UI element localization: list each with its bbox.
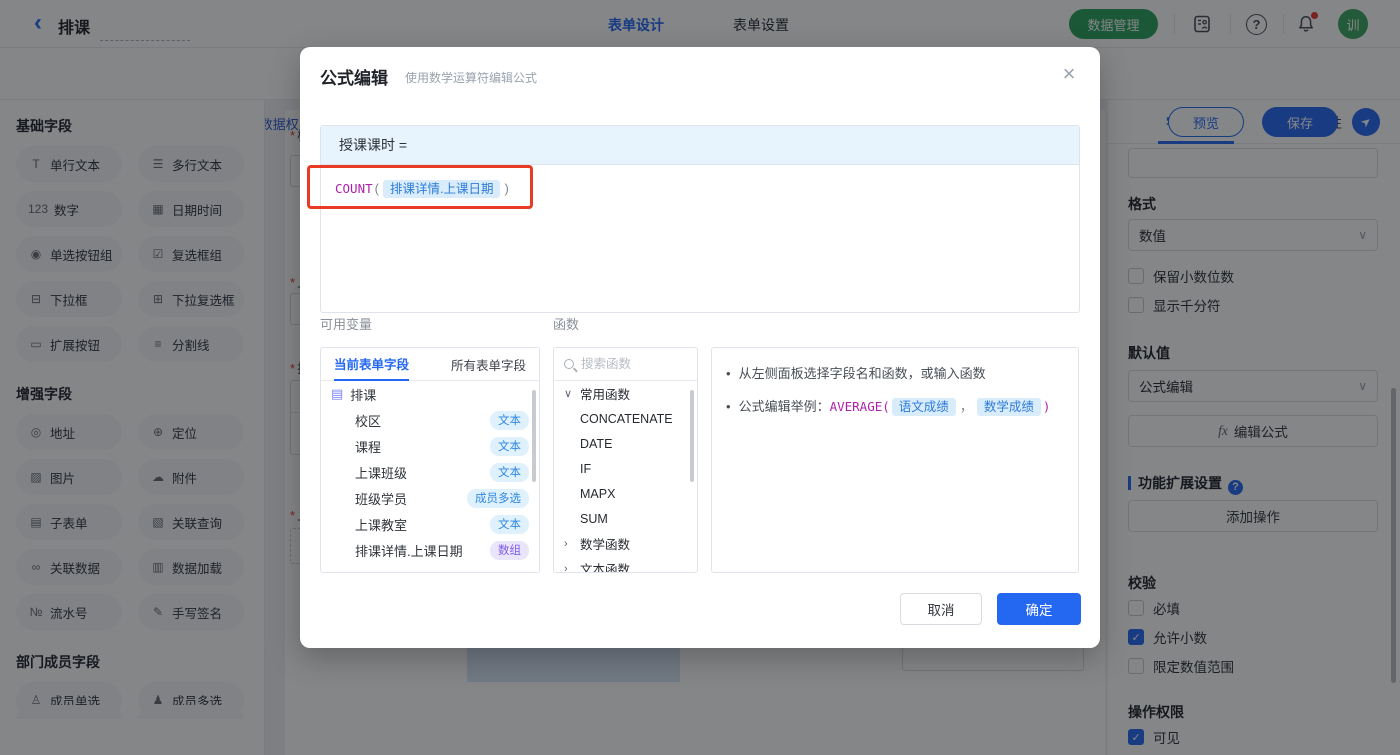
variable-type-badge: 文本: [490, 462, 529, 482]
functions-label: 函数: [553, 317, 580, 332]
function-search-input[interactable]: [581, 357, 671, 371]
chevron-right-icon: ›: [564, 537, 568, 550]
field-token: 数学成绩: [976, 398, 1041, 416]
variable-name: 班级学员: [355, 491, 408, 507]
modal-subtitle: 使用数学运算符编辑公式: [405, 71, 538, 85]
function-item[interactable]: SUM: [554, 506, 697, 531]
variable-row[interactable]: 上课教室 文本: [321, 511, 539, 537]
annotation-highlight-box: [307, 165, 533, 209]
bullet-dot: •: [726, 399, 731, 414]
bullet-dot: •: [726, 366, 731, 381]
separator-token: ，: [959, 399, 973, 414]
function-search[interactable]: [554, 348, 697, 381]
formula-target-field: 授课课时 =: [321, 126, 1079, 165]
chevron-right-icon: ›: [564, 562, 568, 573]
variable-tree-root[interactable]: ▤ 排课: [321, 381, 539, 407]
variable-row[interactable]: 排课详情.上课日期 数组: [321, 537, 539, 563]
function-item[interactable]: IF: [554, 456, 697, 481]
variable-name: 校区: [355, 413, 382, 429]
function-item[interactable]: DATE: [554, 431, 697, 456]
formula-editor[interactable]: 授课课时 = COUNT(排课详情.上课日期): [320, 125, 1080, 313]
help-bullet-text: 公式编辑举例：AVERAGE(语文成绩，数学成绩): [738, 397, 1051, 417]
function-token: ): [1042, 399, 1051, 414]
cancel-button[interactable]: 取消: [900, 593, 982, 625]
variable-type-badge: 文本: [490, 436, 529, 456]
variable-type-badge: 成员多选: [467, 488, 529, 508]
function-group[interactable]: › 数学函数: [554, 531, 697, 556]
variable-type-badge: 数组: [490, 540, 529, 560]
confirm-button[interactable]: 确定: [997, 593, 1081, 625]
tab-current-form-fields[interactable]: 当前表单字段: [334, 348, 410, 381]
function-group[interactable]: ∨ 常用函数: [554, 381, 697, 406]
help-text: 从左侧面板选择字段名和函数，或输入函数: [738, 366, 986, 381]
modal-title: 公式编辑: [320, 69, 388, 88]
variable-row[interactable]: 上课班级 文本: [321, 459, 539, 485]
variables-panel: 当前表单字段 所有表单字段 ▤ 排课 校区 文本 课程 文本 上课班级 文本 班级学员 成员多选上…: [320, 347, 540, 573]
variable-name: 上课班级: [355, 465, 408, 481]
function-group-label: 文本函数: [580, 563, 631, 573]
variable-type-badge: 文本: [490, 514, 529, 534]
function-group-label: 数学函数: [580, 538, 631, 552]
functions-panel: ∨ 常用函数 CONCATENATEDATEIFMAPXSUM › 数学函数 › 文本函数: [553, 347, 698, 573]
function-group-label: 常用函数: [580, 388, 631, 402]
variables-label: 可用变量: [320, 317, 373, 332]
variable-name: 上课教室: [355, 517, 408, 533]
function-item[interactable]: CONCATENATE: [554, 406, 697, 431]
functions-scrollbar[interactable]: [690, 390, 694, 482]
formula-editor-modal: 公式编辑 使用数学运算符编辑公式 × 授课课时 = COUNT(排课详情.上课日…: [300, 47, 1100, 648]
search-icon: [564, 359, 574, 369]
function-item[interactable]: MAPX: [554, 481, 697, 506]
help-bullet: • 公式编辑举例：AVERAGE(语文成绩，数学成绩): [726, 397, 1064, 417]
field-token: 语文成绩: [891, 398, 956, 416]
variable-row[interactable]: 校区 文本: [321, 407, 539, 433]
variable-root-name: 排课: [350, 387, 377, 403]
variable-name: 课程: [355, 439, 382, 455]
form-doc-icon: ▤: [331, 386, 344, 401]
variable-type-badge: 文本: [490, 410, 529, 430]
help-bullet-text: 从左侧面板选择字段名和函数，或输入函数: [739, 364, 986, 384]
formula-help-panel: • 从左侧面板选择字段名和函数，或输入函数 • 公式编辑举例：AVERAGE(语文成绩…: [711, 347, 1079, 573]
help-bullet: • 从左侧面板选择字段名和函数，或输入函数: [726, 364, 1064, 384]
variable-row[interactable]: 班级学员 成员多选: [321, 485, 539, 511]
variable-row[interactable]: 课程 文本: [321, 433, 539, 459]
chevron-down-icon: ∨: [564, 388, 573, 400]
variables-tabs: 当前表单字段 所有表单字段: [321, 348, 539, 381]
tab-all-form-fields[interactable]: 所有表单字段: [451, 355, 526, 374]
help-text: 公式编辑举例：: [738, 399, 830, 414]
close-icon[interactable]: ×: [1057, 61, 1081, 87]
variable-name: 排课详情.上课日期: [355, 543, 463, 559]
function-token: AVERAGE(: [829, 399, 890, 414]
variables-scrollbar[interactable]: [532, 390, 536, 482]
function-group[interactable]: › 文本函数: [554, 556, 697, 573]
